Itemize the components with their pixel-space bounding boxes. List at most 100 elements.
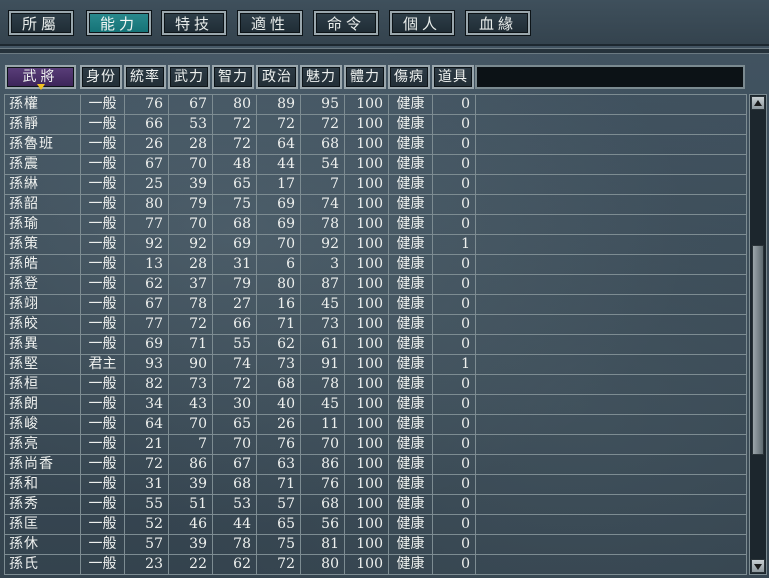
table-row[interactable]: 孫堅 君主 93 90 74 73 91 100 健康 1 [5,355,746,375]
cell-charisma: 91 [301,355,345,374]
tab-aptitude[interactable]: 適性 [238,11,302,35]
table-row[interactable]: 孫魯班 一般 26 28 72 64 68 100 健康 0 [5,135,746,155]
table-row[interactable]: 孫休 一般 57 39 78 75 81 100 健康 0 [5,535,746,555]
cell-stamina: 100 [345,335,389,354]
cell-politics: 17 [257,175,301,194]
cell-intelligence: 30 [213,395,257,414]
tab-skills[interactable]: 特技 [162,11,226,35]
cell-item: 0 [433,95,476,114]
table-row[interactable]: 孫匡 一般 52 46 44 65 56 100 健康 0 [5,515,746,535]
cell-politics: 71 [257,315,301,334]
cell-status: 一般 [81,155,125,174]
table-row[interactable]: 孫翊 一般 67 78 27 16 45 100 健康 0 [5,295,746,315]
cell-injury: 健康 [389,235,433,254]
table-row[interactable]: 孫亮 一般 21 7 70 76 70 100 健康 0 [5,435,746,455]
cell-spacer [476,415,746,434]
cell-leadership: 66 [125,115,169,134]
tab-command[interactable]: 命令 [314,11,378,35]
cell-name: 孫峻 [5,415,81,434]
col-header-injury[interactable]: 傷病 [388,65,430,89]
cell-name: 孫堅 [5,355,81,374]
cell-charisma: 76 [301,475,345,494]
arrow-up-icon [754,100,762,106]
cell-leadership: 67 [125,155,169,174]
scroll-thumb[interactable] [752,245,764,455]
table-row[interactable]: 孫峻 一般 64 70 65 26 11 100 健康 0 [5,415,746,435]
cell-injury: 健康 [389,175,433,194]
col-header-intelligence[interactable]: 智力 [212,65,254,89]
table-row[interactable]: 孫皎 一般 77 72 66 71 73 100 健康 0 [5,315,746,335]
cell-injury: 健康 [389,475,433,494]
table-row[interactable]: 孫震 一般 67 70 48 44 54 100 健康 0 [5,155,746,175]
tab-bar: 所屬 能力 特技 適性 命令 個人 血緣 [0,0,769,46]
table-row[interactable]: 孫綝 一般 25 39 65 17 7 100 健康 0 [5,175,746,195]
cell-injury: 健康 [389,115,433,134]
cell-item: 0 [433,335,476,354]
cell-status: 一般 [81,115,125,134]
table-row[interactable]: 孫韶 一般 80 79 75 69 74 100 健康 0 [5,195,746,215]
table-row[interactable]: 孫尚香 一般 72 86 67 63 86 100 健康 0 [5,455,746,475]
cell-charisma: 54 [301,155,345,174]
cell-leadership: 62 [125,275,169,294]
table-row[interactable]: 孫和 一般 31 39 68 71 76 100 健康 0 [5,475,746,495]
cell-item: 1 [433,235,476,254]
tab-bloodline[interactable]: 血緣 [466,11,530,35]
col-header-war[interactable]: 武力 [168,65,210,89]
table-row[interactable]: 孫朗 一般 34 43 30 40 45 100 健康 0 [5,395,746,415]
table-row[interactable]: 孫桓 一般 82 73 72 68 78 100 健康 0 [5,375,746,395]
table-row[interactable]: 孫瑜 一般 77 70 68 69 78 100 健康 0 [5,215,746,235]
table-row[interactable]: 孫皓 一般 13 28 31 6 3 100 健康 0 [5,255,746,275]
cell-injury: 健康 [389,95,433,114]
table-row[interactable]: 孫氏 一般 23 22 62 72 80 100 健康 0 [5,555,746,574]
cell-status: 一般 [81,175,125,194]
cell-stamina: 100 [345,135,389,154]
col-header-status[interactable]: 身份 [80,65,122,89]
cell-politics: 68 [257,375,301,394]
cell-war: 39 [169,475,213,494]
cell-name: 孫和 [5,475,81,494]
col-header-stamina[interactable]: 體力 [344,65,386,89]
cell-injury: 健康 [389,455,433,474]
header-filler [475,65,745,89]
cell-name: 孫翊 [5,295,81,314]
cell-charisma: 72 [301,115,345,134]
tab-ability[interactable]: 能力 [87,11,151,35]
cell-war: 22 [169,555,213,574]
cell-injury: 健康 [389,215,433,234]
cell-name: 孫秀 [5,495,81,514]
table-row[interactable]: 孫異 一般 69 71 55 62 61 100 健康 0 [5,335,746,355]
col-header-leadership[interactable]: 統率 [124,65,166,89]
cell-war: 53 [169,115,213,134]
cell-leadership: 26 [125,135,169,154]
scroll-down-button[interactable] [751,559,765,573]
cell-spacer [476,195,746,214]
cell-intelligence: 70 [213,435,257,454]
tab-affiliation[interactable]: 所屬 [9,11,73,35]
col-header-charisma[interactable]: 魅力 [300,65,342,89]
tab-personal[interactable]: 個人 [390,11,454,35]
col-header-item[interactable]: 道具 [432,65,474,89]
cell-status: 一般 [81,555,125,574]
cell-politics: 44 [257,155,301,174]
cell-charisma: 81 [301,535,345,554]
cell-politics: 73 [257,355,301,374]
cell-leadership: 34 [125,395,169,414]
cell-stamina: 100 [345,235,389,254]
cell-status: 一般 [81,275,125,294]
cell-status: 一般 [81,315,125,334]
cell-name: 孫策 [5,235,81,254]
col-header-politics[interactable]: 政治 [256,65,298,89]
table-row[interactable]: 孫權 一般 76 67 80 89 95 100 健康 0 [5,95,746,115]
cell-charisma: 73 [301,315,345,334]
table-row[interactable]: 孫秀 一般 55 51 53 57 68 100 健康 0 [5,495,746,515]
table-row[interactable]: 孫策 一般 92 92 69 70 92 100 健康 1 [5,235,746,255]
scroll-up-button[interactable] [751,96,765,110]
scrollbar[interactable] [749,94,767,575]
cell-leadership: 23 [125,555,169,574]
table-row[interactable]: 孫靜 一般 66 53 72 72 72 100 健康 0 [5,115,746,135]
col-header-general[interactable]: 武將 [5,65,76,90]
cell-stamina: 100 [345,415,389,434]
cell-intelligence: 78 [213,535,257,554]
table-row[interactable]: 孫登 一般 62 37 79 80 87 100 健康 0 [5,275,746,295]
cell-politics: 62 [257,335,301,354]
